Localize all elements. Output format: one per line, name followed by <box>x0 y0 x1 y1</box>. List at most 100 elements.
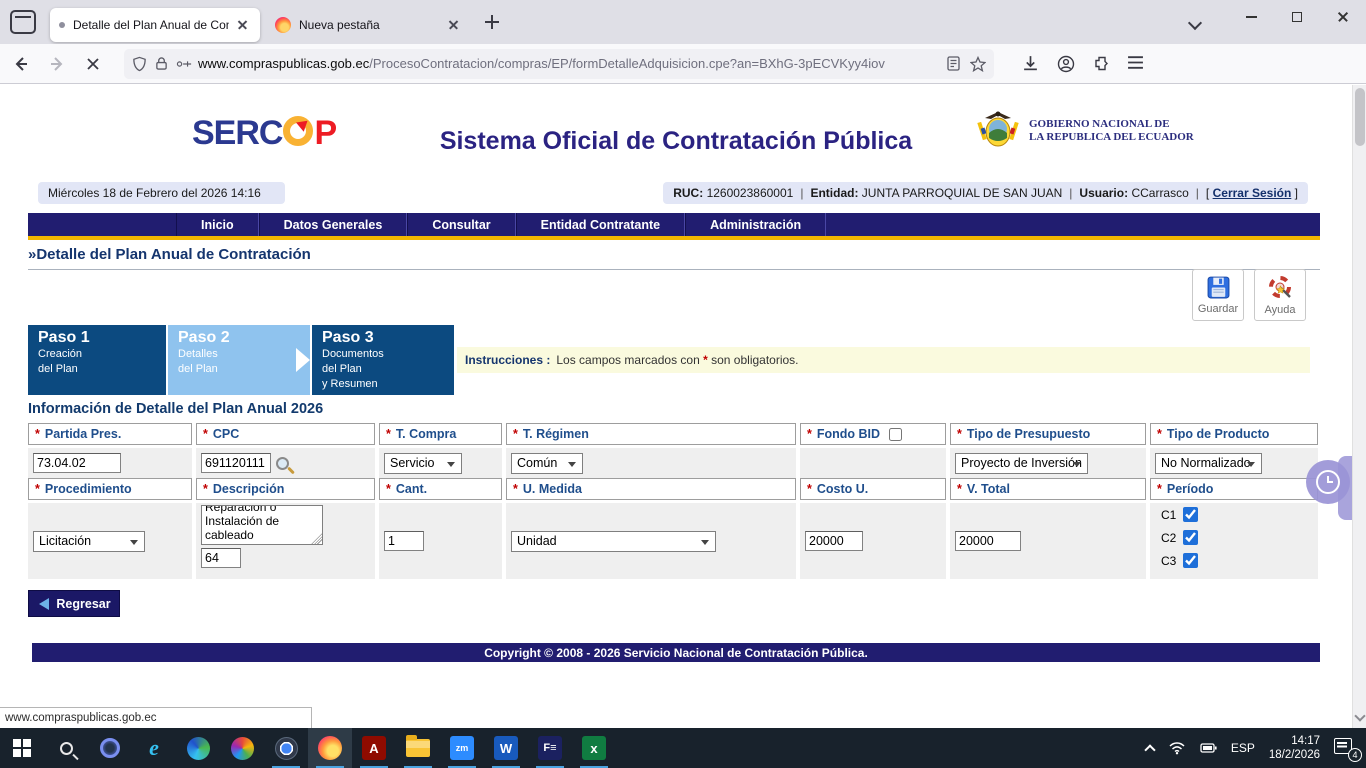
scrollbar-thumb[interactable] <box>1355 88 1365 146</box>
nav-inicio[interactable]: Inicio <box>176 213 259 236</box>
help-button[interactable]: Ayuda <box>1254 269 1306 321</box>
entidad-label: Entidad: <box>810 186 858 200</box>
zoom-icon[interactable]: zm <box>440 728 484 768</box>
excel-icon[interactable]: x <box>572 728 616 768</box>
wifi-icon[interactable] <box>1168 741 1186 755</box>
umedida-select[interactable]: Unidad <box>511 531 716 552</box>
costou-input[interactable] <box>805 531 863 551</box>
tab-close-icon[interactable] <box>235 17 251 33</box>
downloads-icon[interactable] <box>1022 55 1039 72</box>
taskbar-clock[interactable]: 14:17 18/2/2026 <box>1269 734 1320 762</box>
back-arrow-icon <box>33 598 49 610</box>
photos-icon[interactable] <box>220 728 264 768</box>
procedimiento-select[interactable]: Licitación <box>33 531 145 552</box>
extensions-icon[interactable] <box>1093 55 1109 72</box>
cpc-input[interactable] <box>201 453 271 473</box>
periodo-c1-checkbox[interactable] <box>1183 507 1198 522</box>
main-navigation: Inicio Datos Generales Consultar Entidad… <box>28 213 1320 236</box>
fondo-bid-checkbox[interactable] <box>889 428 902 441</box>
status-tooltip: www.compraspublicas.gob.ec <box>0 707 312 729</box>
word-icon[interactable]: W <box>484 728 528 768</box>
firefox-taskbar-icon[interactable] <box>308 728 352 768</box>
header-descripcion: *Descripción <box>196 478 375 500</box>
menu-icon[interactable] <box>1127 55 1144 70</box>
tab-nueva-pestana[interactable]: Nueva pestaña <box>266 8 471 42</box>
scrollbar-down-arrow[interactable] <box>1354 710 1365 721</box>
nav-consultar[interactable]: Consultar <box>407 213 515 236</box>
acrobat-icon[interactable]: A <box>352 728 396 768</box>
firefox-view-icon[interactable] <box>10 10 36 34</box>
descripcion-codigo-input[interactable] <box>201 548 241 568</box>
window-minimize-button[interactable] <box>1228 0 1274 34</box>
bookmark-star-icon[interactable] <box>970 56 986 72</box>
tipo-presupuesto-select[interactable]: Proyecto de Inversión <box>955 453 1088 474</box>
tab-title: Detalle del Plan Anual de Contr <box>73 18 229 32</box>
permissions-icon[interactable] <box>176 57 192 71</box>
usuario-label: Usuario: <box>1079 186 1128 200</box>
tipo-producto-select[interactable]: No Normalizado <box>1155 453 1262 474</box>
notification-badge: 4 <box>1348 748 1362 762</box>
periodo-c2-checkbox[interactable] <box>1183 530 1198 545</box>
action-center-icon[interactable]: 4 <box>1334 738 1356 758</box>
ruc-value: 1260023860001 <box>707 186 794 200</box>
cell-tipo-producto: No Normalizado <box>1150 448 1318 478</box>
header-periodo: *Período <box>1150 478 1318 500</box>
chrome-profile-icon[interactable] <box>264 728 308 768</box>
descripcion-textarea[interactable]: Reparación o Instalación de cableado Est… <box>201 505 323 545</box>
forward-button[interactable] <box>42 49 72 79</box>
cell-costou <box>800 503 946 579</box>
header-tipo-presupuesto: *Tipo de Presupuesto <box>950 423 1146 445</box>
periodo-c3-checkbox[interactable] <box>1183 553 1198 568</box>
vtotal-input[interactable] <box>955 531 1021 551</box>
tray-expand-icon[interactable] <box>1144 744 1155 755</box>
edge-icon[interactable] <box>176 728 220 768</box>
tab-detalle-plan[interactable]: Detalle del Plan Anual de Contr <box>50 8 260 42</box>
shield-icon[interactable] <box>132 56 147 72</box>
nav-datos-generales[interactable]: Datos Generales <box>259 213 408 236</box>
battery-icon[interactable] <box>1200 742 1217 754</box>
instructions-banner: Instrucciones : Los campos marcados con … <box>457 347 1310 373</box>
cant-input[interactable] <box>384 531 424 551</box>
window-maximize-button[interactable] <box>1274 0 1320 34</box>
tregimen-select[interactable]: Común <box>511 453 583 474</box>
cpc-search-icon[interactable] <box>276 457 289 470</box>
lock-icon[interactable] <box>155 56 168 71</box>
cortana-icon[interactable] <box>88 728 132 768</box>
partida-input[interactable] <box>33 453 121 473</box>
gold-divider <box>28 236 1320 240</box>
page-scrollbar[interactable] <box>1352 85 1366 728</box>
account-icon[interactable] <box>1057 55 1075 73</box>
header-partida: *Partida Pres. <box>28 423 192 445</box>
page-title: »Detalle del Plan Anual de Contratación <box>28 246 1320 270</box>
url-field[interactable]: www.compraspublicas.gob.ec/ProcesoContra… <box>124 49 994 79</box>
back-regresar-button[interactable]: Regresar <box>28 590 120 617</box>
file-explorer-icon[interactable] <box>396 728 440 768</box>
window-close-button[interactable] <box>1320 0 1366 34</box>
nav-administracion[interactable]: Administración <box>685 213 826 236</box>
app-f-icon[interactable]: F≡ <box>528 728 572 768</box>
tab-close-icon[interactable] <box>446 17 462 33</box>
language-indicator[interactable]: ESP <box>1231 741 1255 755</box>
internet-explorer-icon[interactable]: e <box>132 728 176 768</box>
stop-reload-button[interactable] <box>78 49 108 79</box>
header-costou: *Costo U. <box>800 478 946 500</box>
entidad-value: JUNTA PARROQUIAL DE SAN JUAN <box>862 186 1062 200</box>
browser-tab-bar: Detalle del Plan Anual de Contr Nueva pe… <box>0 0 1366 44</box>
list-tabs-icon[interactable] <box>1186 13 1204 31</box>
reader-view-icon[interactable] <box>947 56 960 71</box>
help-lifering-icon <box>1267 275 1293 301</box>
new-tab-button[interactable] <box>479 9 505 35</box>
clock-icon <box>1316 470 1340 494</box>
logout-link[interactable]: Cerrar Sesión <box>1213 186 1292 200</box>
browser-url-bar: www.compraspublicas.gob.ec/ProcesoContra… <box>0 44 1366 84</box>
taskbar-search-icon[interactable] <box>44 728 88 768</box>
step-2-active: Paso 2 Detalles del Plan <box>168 325 310 395</box>
save-button[interactable]: Guardar <box>1192 269 1244 321</box>
start-button[interactable] <box>0 728 44 768</box>
nav-entidad-contratante[interactable]: Entidad Contratante <box>516 213 685 236</box>
floating-clock-widget[interactable] <box>1306 460 1350 504</box>
page-footer: Copyright © 2008 - 2026 Servicio Naciona… <box>32 643 1320 662</box>
back-button[interactable] <box>6 49 36 79</box>
tcompra-select[interactable]: Servicio <box>384 453 462 474</box>
periodo-c3: C3 <box>1155 553 1198 568</box>
